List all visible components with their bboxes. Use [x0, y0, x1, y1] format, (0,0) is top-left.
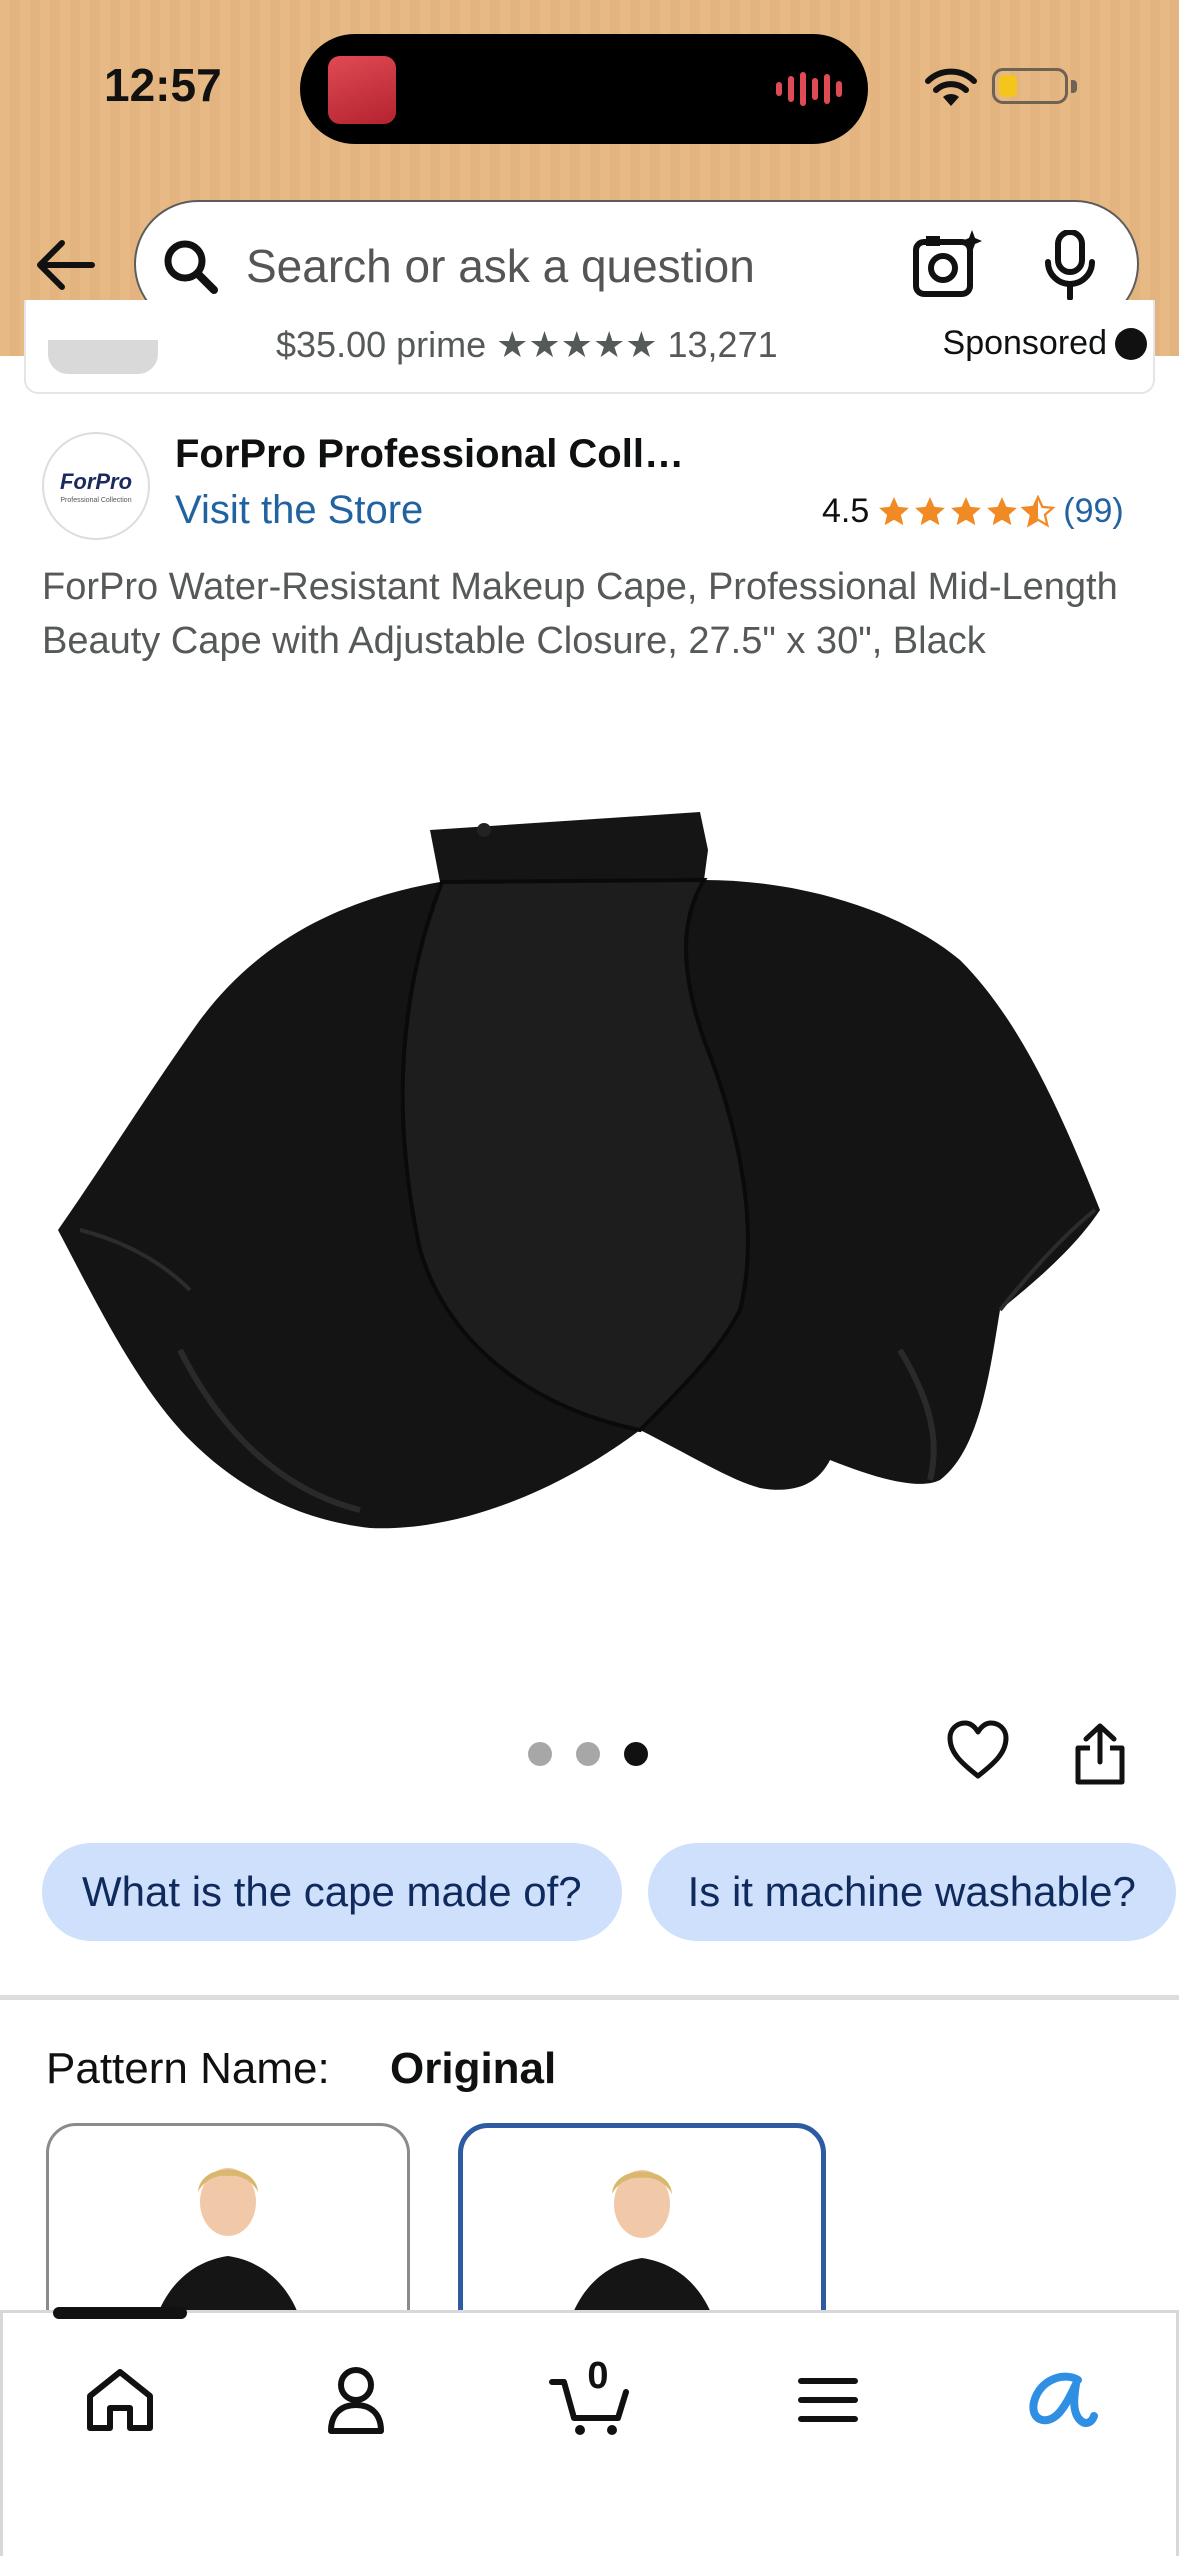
carousel-dot[interactable]	[528, 1742, 552, 1766]
carousel-dot[interactable]	[576, 1742, 600, 1766]
brand-name[interactable]: ForPro Professional Coll…	[175, 432, 684, 477]
section-divider	[0, 1995, 1179, 2000]
sponsored-product-strip[interactable]: $35.00 prime ★★★★★ 13,271 Sponsored	[24, 300, 1155, 394]
audio-wave-icon	[776, 70, 842, 108]
search-icon	[164, 240, 218, 294]
half-star-icon	[1021, 494, 1056, 527]
nav-rufus[interactable]	[1017, 2355, 1107, 2445]
back-arrow-icon[interactable]	[30, 230, 100, 300]
menu-icon	[798, 2378, 858, 2422]
nav-home[interactable]	[75, 2355, 165, 2445]
account-icon	[328, 2367, 384, 2434]
now-playing-artwork	[328, 56, 396, 124]
pattern-name-label: Pattern Name:	[46, 2044, 330, 2093]
wifi-icon	[925, 68, 977, 106]
sponsored-thumbnail	[48, 340, 158, 374]
product-title: ForPro Water-Resistant Makeup Cape, Prof…	[42, 566, 1118, 662]
heart-icon[interactable]	[946, 1720, 1010, 1780]
status-time: 12:57	[104, 59, 222, 111]
bottom-navigation: 0	[0, 2307, 1179, 2556]
cart-count: 0	[587, 2355, 609, 2397]
nav-menu[interactable]	[783, 2355, 873, 2445]
share-icon[interactable]	[1072, 1722, 1128, 1786]
rating-value: 4.5	[822, 492, 870, 530]
nav-account[interactable]	[311, 2355, 401, 2445]
image-carousel-dots[interactable]	[528, 1742, 648, 1766]
microphone-icon[interactable]	[1042, 230, 1098, 302]
pattern-name-value: Original	[390, 2044, 557, 2093]
rating-summary[interactable]: 4.5 (99)	[822, 492, 1124, 531]
info-icon[interactable]	[1115, 328, 1147, 360]
question-chip[interactable]: Is it machine washable?	[647, 1843, 1176, 1941]
sponsored-label: Sponsored	[942, 324, 1107, 362]
star-rating	[877, 494, 1056, 529]
sponsored-price-rating: $35.00 prime ★★★★★ 13,271	[276, 324, 778, 365]
star-icon	[879, 496, 910, 525]
battery-icon	[992, 68, 1077, 104]
nav-cart[interactable]: 0	[545, 2355, 635, 2445]
camera-icon[interactable]	[912, 228, 982, 300]
star-icon	[987, 496, 1018, 525]
star-icon	[951, 496, 982, 525]
review-count-link[interactable]: (99)	[1063, 492, 1123, 531]
rufus-icon	[1029, 2372, 1098, 2427]
product-image[interactable]	[40, 790, 1140, 1590]
brand-logo[interactable]: ForPro Professional Collection	[42, 432, 150, 540]
star-icon	[915, 496, 946, 525]
search-input[interactable]	[246, 228, 886, 304]
visit-store-link[interactable]: Visit the Store	[175, 488, 423, 533]
question-chips: What is the cape made of? Is it machine …	[42, 1843, 1176, 1941]
carousel-dot-active[interactable]	[624, 1742, 648, 1766]
active-tab-indicator	[53, 2307, 187, 2319]
question-chip[interactable]: What is the cape made of?	[42, 1843, 622, 1941]
home-icon	[87, 2369, 153, 2431]
dynamic-island[interactable]	[300, 34, 868, 144]
